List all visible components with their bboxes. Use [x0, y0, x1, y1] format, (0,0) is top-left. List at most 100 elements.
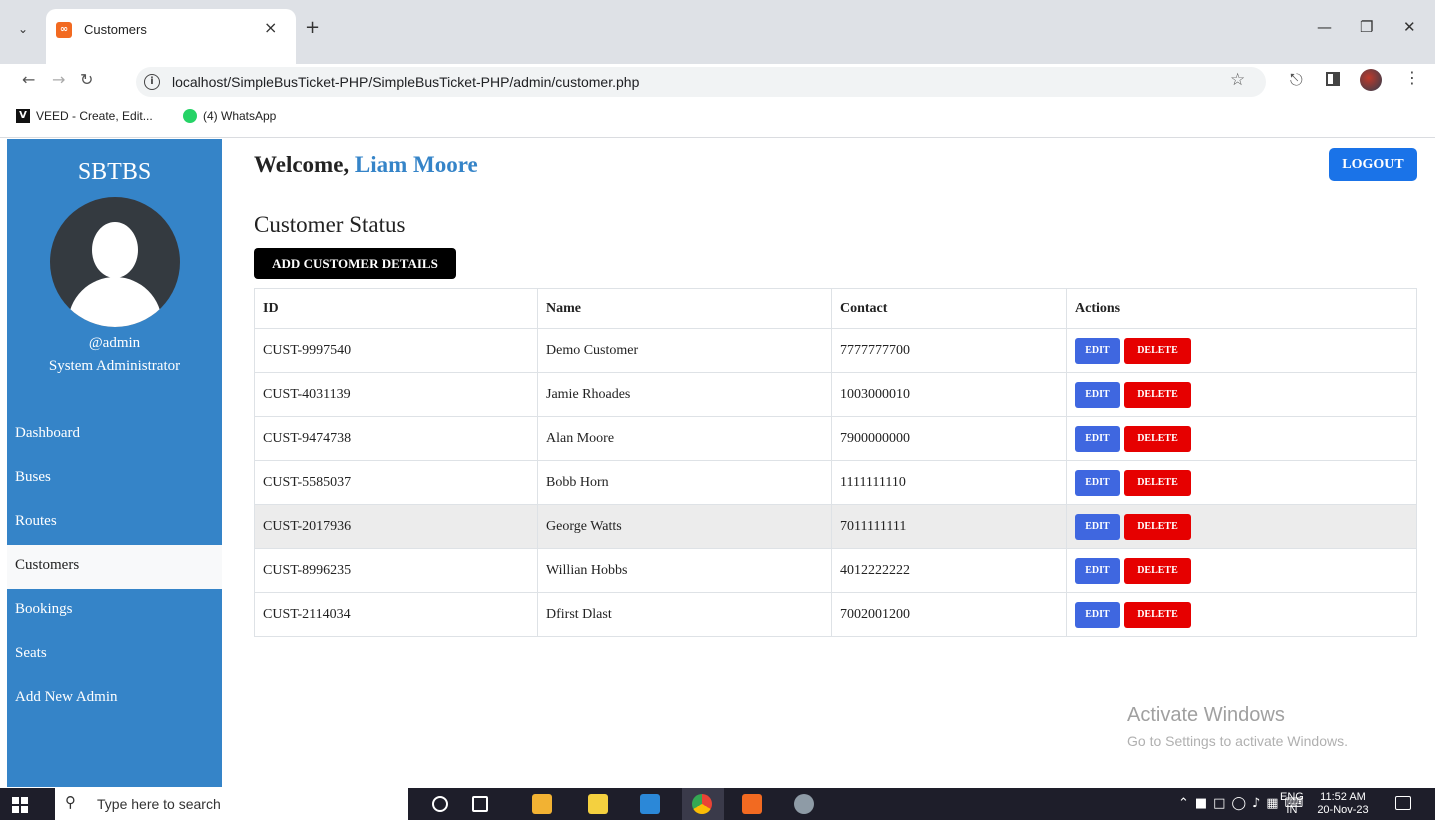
- sidebar-item-add-new-admin[interactable]: Add New Admin: [7, 677, 222, 721]
- table-header-row: ID Name Contact Actions: [254, 288, 1417, 329]
- windows-start-icon[interactable]: [12, 797, 28, 813]
- delete-button[interactable]: DELETE: [1124, 425, 1191, 452]
- table-row: CUST-2114034 Dfirst Dlast 7002001200 EDI…: [254, 592, 1417, 637]
- cell-actions: EDIT DELETE: [1066, 372, 1417, 417]
- table-row: CUST-5585037 Bobb Horn 1111111110 EDIT DE…: [254, 460, 1417, 505]
- sidebar-item-dashboard[interactable]: Dashboard: [7, 413, 222, 457]
- cell-name: Alan Moore: [537, 416, 832, 461]
- cell-actions: EDIT DELETE: [1066, 328, 1417, 373]
- file-explorer-icon[interactable]: [532, 794, 552, 814]
- customers-table: ID Name Contact Actions CUST-9997540 Dem…: [254, 288, 1417, 637]
- forward-arrow-icon[interactable]: →: [52, 70, 65, 89]
- cell-id: CUST-9474738: [254, 416, 538, 461]
- cell-name: Bobb Horn: [537, 460, 832, 505]
- edit-button[interactable]: EDIT: [1075, 557, 1120, 584]
- sidebar-item-customers[interactable]: Customers: [7, 545, 222, 589]
- activate-windows-subtext: Go to Settings to activate Windows.: [1127, 733, 1348, 749]
- language-region: IN: [1286, 804, 1298, 816]
- window-restore-icon[interactable]: ❐: [1360, 18, 1373, 36]
- xampp-icon[interactable]: [742, 794, 762, 814]
- clock-date: 20-Nov-23: [1317, 804, 1369, 816]
- task-view-icon[interactable]: [472, 796, 488, 812]
- delete-button[interactable]: DELETE: [1124, 601, 1191, 628]
- add-customer-button[interactable]: ADD CUSTOMER DETAILS: [254, 248, 456, 279]
- table-row: CUST-8996235 Willian Hobbs 4012222222 ED…: [254, 548, 1417, 593]
- avatar-head-shape: [92, 222, 138, 278]
- tab-close-icon[interactable]: ×: [264, 18, 277, 37]
- windows-taskbar: ⚲ Type here to search ⌃■□◯♪▦⌨ ENG IN 11:…: [0, 788, 1435, 820]
- table-row: CUST-9997540 Demo Customer 7777777700 ED…: [254, 328, 1417, 373]
- clock-time: 11:52 AM: [1320, 791, 1366, 803]
- bookmark-veed[interactable]: V VEED - Create, Edit...: [16, 109, 153, 123]
- mail-icon[interactable]: [640, 794, 660, 814]
- column-header-id: ID: [254, 288, 538, 329]
- cell-contact: 7011111111: [831, 504, 1067, 549]
- store-icon[interactable]: [588, 794, 608, 814]
- sidebar-item-seats[interactable]: Seats: [7, 633, 222, 677]
- cell-actions: EDIT DELETE: [1066, 460, 1417, 505]
- extensions-icon[interactable]: ⎋: [1290, 70, 1303, 90]
- notifications-icon[interactable]: [1395, 796, 1411, 810]
- admin-avatar: [50, 197, 180, 327]
- taskbar-search-input[interactable]: ⚲ Type here to search: [55, 788, 408, 820]
- bookmark-whatsapp[interactable]: (4) WhatsApp: [183, 109, 276, 123]
- edit-button[interactable]: EDIT: [1075, 381, 1120, 408]
- edit-button[interactable]: EDIT: [1075, 337, 1120, 364]
- edit-button[interactable]: EDIT: [1075, 513, 1120, 540]
- url-text: localhost/SimpleBusTicket-PHP/SimpleBusT…: [172, 74, 640, 90]
- user-handle: @admin: [88, 335, 141, 351]
- cell-id: CUST-5585037: [254, 460, 538, 505]
- language-code: ENG: [1280, 791, 1304, 803]
- cell-name: Demo Customer: [537, 328, 832, 373]
- window-minimize-icon[interactable]: —: [1317, 18, 1332, 36]
- xampp-favicon-icon: ∞: [56, 22, 72, 38]
- sidebar-item-bookings[interactable]: Bookings: [7, 589, 222, 633]
- bookmark-star-icon[interactable]: ☆: [1230, 70, 1245, 90]
- address-bar: ← → ↻ i localhost/SimpleBusTicket-PHP/Si…: [0, 64, 1435, 100]
- delete-button[interactable]: DELETE: [1124, 469, 1191, 496]
- reload-icon[interactable]: ↻: [80, 70, 93, 89]
- edit-button[interactable]: EDIT: [1075, 425, 1120, 452]
- profile-avatar[interactable]: [1360, 69, 1382, 91]
- delete-button[interactable]: DELETE: [1124, 337, 1191, 364]
- paint-icon[interactable]: [794, 794, 814, 814]
- chrome-icon[interactable]: [692, 794, 712, 814]
- side-panel-icon[interactable]: [1326, 72, 1340, 86]
- new-tab-icon[interactable]: +: [305, 17, 320, 38]
- cortana-icon[interactable]: [432, 796, 448, 812]
- taskbar-search-placeholder: Type here to search: [97, 796, 221, 812]
- language-indicator[interactable]: ENG IN: [1280, 791, 1304, 817]
- taskbar-clock[interactable]: 11:52 AM 20-Nov-23: [1312, 791, 1374, 817]
- welcome-heading: Welcome, Liam Moore: [254, 152, 478, 178]
- site-info-icon[interactable]: i: [144, 74, 160, 90]
- cell-contact: 1111111110: [831, 460, 1067, 505]
- sidebar-item-routes[interactable]: Routes: [7, 501, 222, 545]
- delete-button[interactable]: DELETE: [1124, 381, 1191, 408]
- tab-search-chevron-icon[interactable]: ⌄: [18, 22, 28, 36]
- browser-menu-icon[interactable]: ⋮: [1404, 68, 1420, 87]
- page-title: Customer Status: [254, 212, 406, 237]
- sidebar: SBTBS @admin System Administrator Dashbo…: [7, 139, 222, 787]
- cell-id: CUST-4031139: [254, 372, 538, 417]
- back-arrow-icon[interactable]: ←: [22, 70, 35, 89]
- column-header-contact: Contact: [831, 288, 1067, 329]
- delete-button[interactable]: DELETE: [1124, 513, 1191, 540]
- cell-contact: 7900000000: [831, 416, 1067, 461]
- sidebar-menu: Dashboard Buses Routes Customers Booking…: [7, 413, 222, 721]
- activate-windows-watermark: Activate Windows: [1127, 704, 1285, 726]
- delete-button[interactable]: DELETE: [1124, 557, 1191, 584]
- sidebar-item-buses[interactable]: Buses: [7, 457, 222, 501]
- url-input[interactable]: i localhost/SimpleBusTicket-PHP/SimpleBu…: [136, 67, 1266, 97]
- cell-actions: EDIT DELETE: [1066, 592, 1417, 637]
- tab-title: Customers: [84, 22, 147, 37]
- window-close-icon[interactable]: ✕: [1403, 18, 1416, 36]
- cell-id: CUST-2114034: [254, 592, 538, 637]
- edit-button[interactable]: EDIT: [1075, 601, 1120, 628]
- logout-button[interactable]: LOGOUT: [1329, 148, 1417, 181]
- cell-contact: 7777777700: [831, 328, 1067, 373]
- bookmark-label: (4) WhatsApp: [203, 109, 277, 123]
- edit-button[interactable]: EDIT: [1075, 469, 1120, 496]
- browser-tab[interactable]: ∞ Customers ×: [46, 9, 296, 64]
- bookmarks-bar: V VEED - Create, Edit... (4) WhatsApp: [0, 100, 1435, 138]
- browser-tab-bar: ⌄ ∞ Customers × + — ❐ ✕: [0, 0, 1435, 64]
